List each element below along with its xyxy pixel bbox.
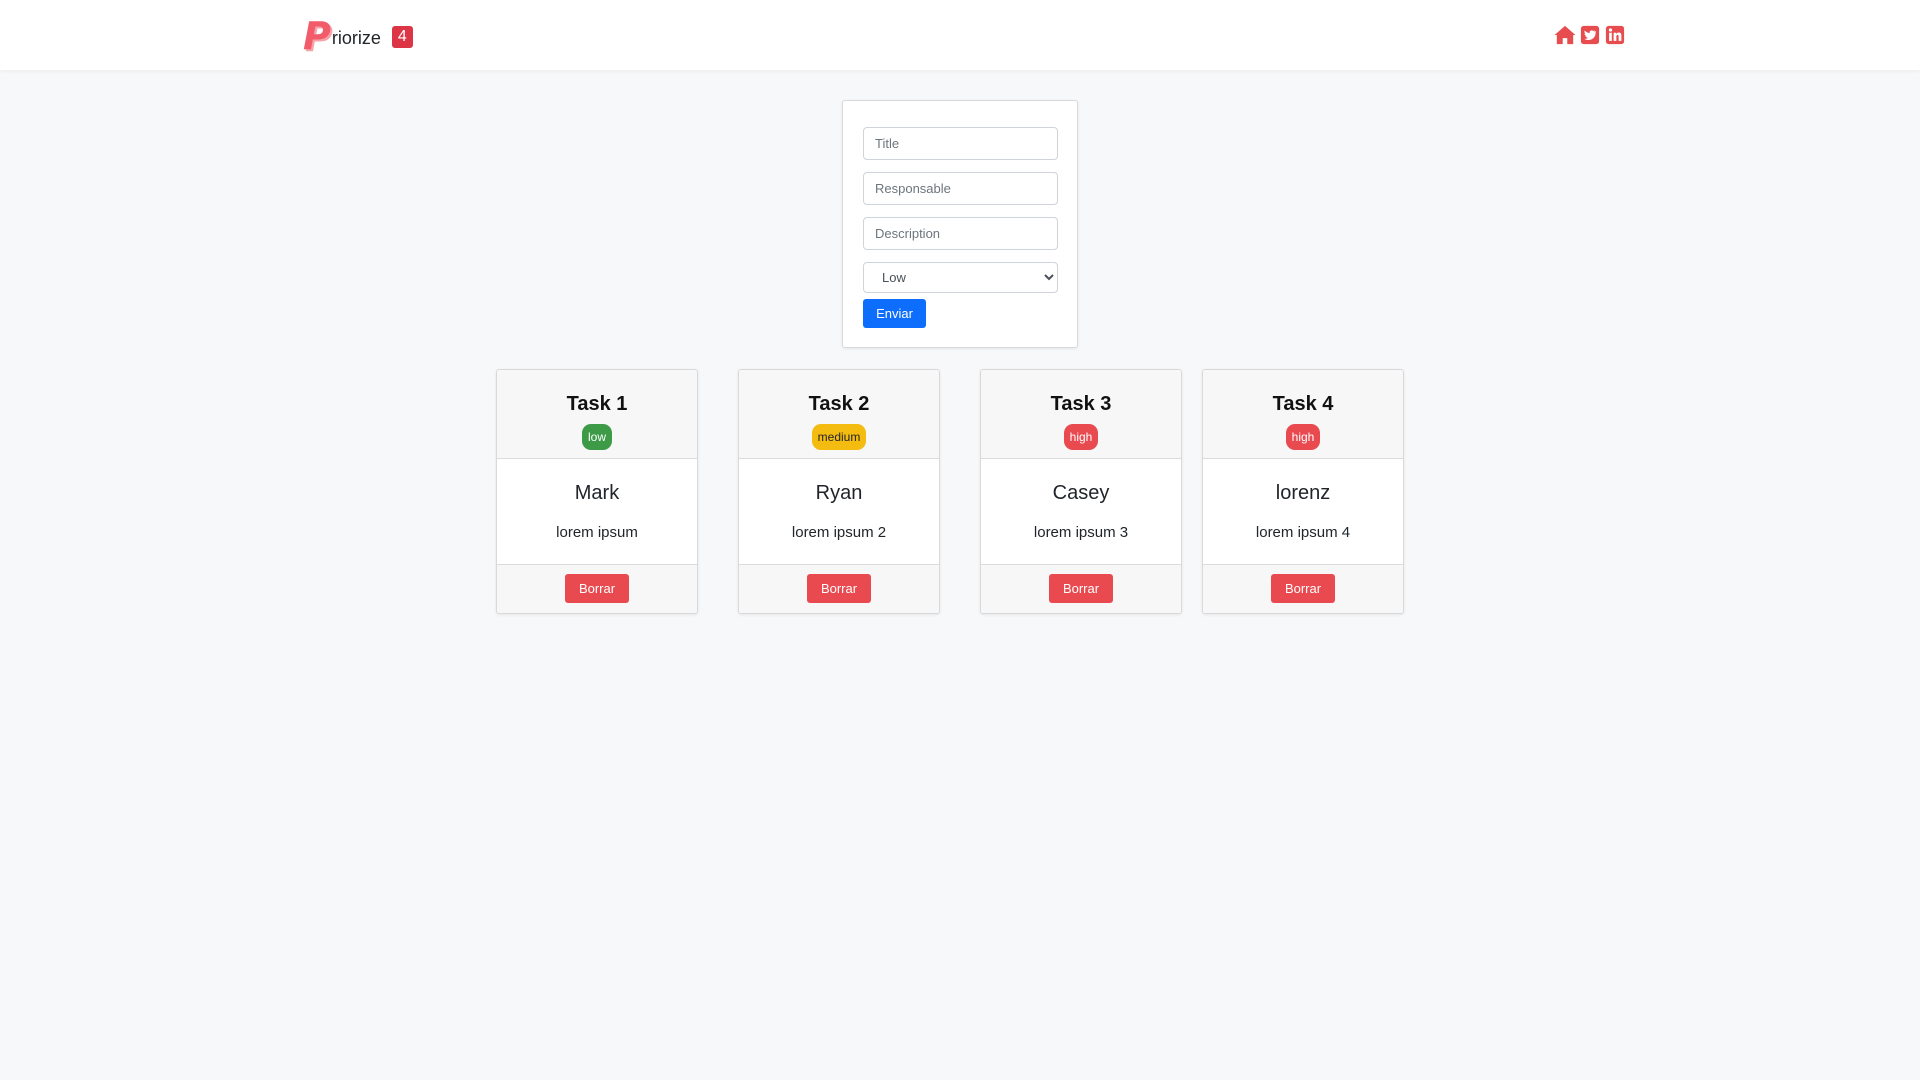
task-description: lorem ipsum 4 [1255,524,1351,541]
task-card: Task 2 medium Ryan lorem ipsum 2 Borrar [738,369,940,614]
social-links [1554,24,1626,46]
task-card: Task 3 high Casey lorem ipsum 3 Borrar [980,369,1182,614]
card-header: Task 3 high [981,370,1181,459]
priority-badge: high [1063,424,1099,450]
card-body: lorenz lorem ipsum 4 [1203,459,1403,564]
card-footer: Borrar [497,564,697,613]
delete-button[interactable]: Borrar [565,574,629,603]
description-input[interactable] [863,217,1058,250]
task-count-badge: 4 [391,26,413,48]
card-body: Ryan lorem ipsum 2 [739,459,939,564]
delete-button[interactable]: Borrar [1271,574,1335,603]
card-header: Task 2 medium [739,370,939,459]
navbar: P riorize 4 [0,0,1920,70]
card-footer: Borrar [739,564,939,613]
card-footer: Borrar [1203,564,1403,613]
task-description: lorem ipsum 2 [791,524,887,541]
delete-button[interactable]: Borrar [807,574,871,603]
priority-badge: high [1285,424,1321,450]
task-title: Task 4 [1272,393,1334,415]
priority-badge: low [581,424,612,450]
responsable-input[interactable] [863,172,1058,205]
delete-button[interactable]: Borrar [1049,574,1113,603]
card-body: Mark lorem ipsum [497,459,697,564]
task-card: Task 4 high lorenz lorem ipsum 4 Borrar [1202,369,1404,614]
priority-select[interactable]: Low [863,262,1058,293]
card-header: Task 1 low [497,370,697,459]
title-input[interactable] [863,127,1058,160]
task-responsable: Mark [574,482,620,504]
brand-link[interactable]: P riorize 4 [303,14,413,58]
task-description: lorem ipsum 3 [1033,524,1129,541]
priority-badge: medium [811,424,867,450]
task-card: Task 1 low Mark lorem ipsum Borrar [496,369,698,614]
task-responsable: lorenz [1275,482,1331,504]
brand-name: riorize [331,27,381,48]
card-body: Casey lorem ipsum 3 [981,459,1181,564]
card-footer: Borrar [981,564,1181,613]
twitter-icon[interactable] [1579,25,1601,45]
task-title: Task 3 [1050,393,1112,415]
task-title: Task 1 [566,393,628,415]
submit-button[interactable]: Enviar [863,299,926,328]
linkedin-icon[interactable] [1604,25,1626,45]
task-title: Task 2 [808,393,870,415]
card-header: Task 4 high [1203,370,1403,459]
task-responsable: Casey [1052,482,1110,504]
brand-logo: P [303,14,331,58]
home-icon[interactable] [1554,25,1576,45]
task-responsable: Ryan [815,482,863,504]
new-task-form: Low Enviar [842,100,1078,348]
task-description: lorem ipsum [556,524,638,541]
